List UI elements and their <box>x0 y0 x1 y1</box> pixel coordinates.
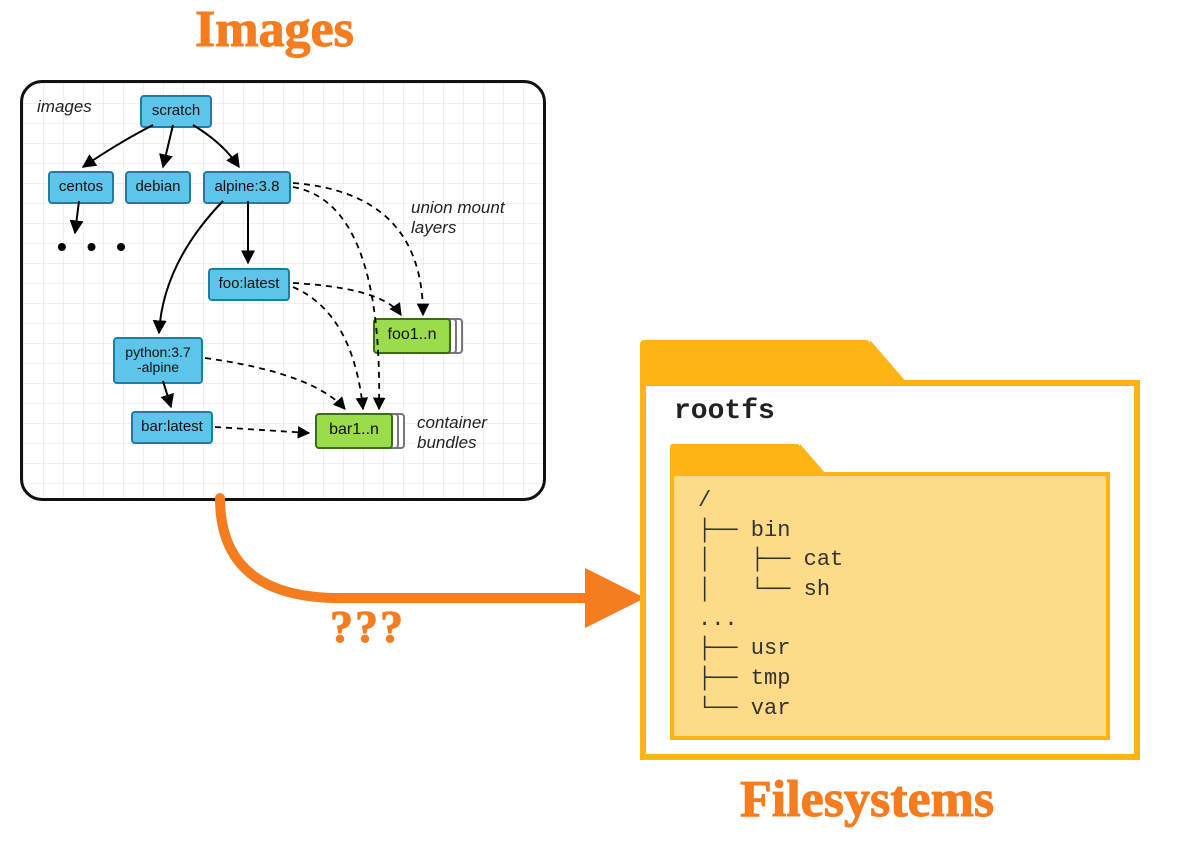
folder-inner-tab <box>670 444 800 474</box>
node-python: python:3.7 -alpine <box>113 337 203 384</box>
bundle-foo-label: foo1..n <box>373 318 451 354</box>
node-scratch: scratch <box>140 95 212 128</box>
node-foo: foo:latest <box>208 268 290 301</box>
union-mount-label: union mount layers <box>411 198 505 238</box>
rootfs-label: rootfs <box>674 396 775 427</box>
title-question: ??? <box>330 600 405 653</box>
images-graph-panel: images union mount layers container bund… <box>20 80 546 501</box>
filesystem-folder: rootfs / ├── bin │ ├── cat │ └── sh ... … <box>640 340 1140 760</box>
title-filesystems: Filesystems <box>740 770 994 829</box>
images-label: images <box>37 97 92 117</box>
bundle-bar-label: bar1..n <box>315 413 393 449</box>
folder-inner-body: / ├── bin │ ├── cat │ └── sh ... ├── usr… <box>670 472 1110 740</box>
filesystem-folder-inner: / ├── bin │ ├── cat │ └── sh ... ├── usr… <box>670 444 1110 740</box>
title-images: Images <box>195 0 354 59</box>
node-centos: centos <box>48 171 114 204</box>
directory-tree: / ├── bin │ ├── cat │ └── sh ... ├── usr… <box>698 486 843 724</box>
node-bar: bar:latest <box>131 411 213 444</box>
folder-outer-tab <box>640 340 870 384</box>
node-alpine: alpine:3.8 <box>203 171 291 204</box>
transition-arrow-icon <box>160 478 660 658</box>
node-debian: debian <box>125 171 191 204</box>
container-bundles-label: container bundles <box>417 413 487 453</box>
ellipsis-icon: • • • <box>57 231 132 263</box>
